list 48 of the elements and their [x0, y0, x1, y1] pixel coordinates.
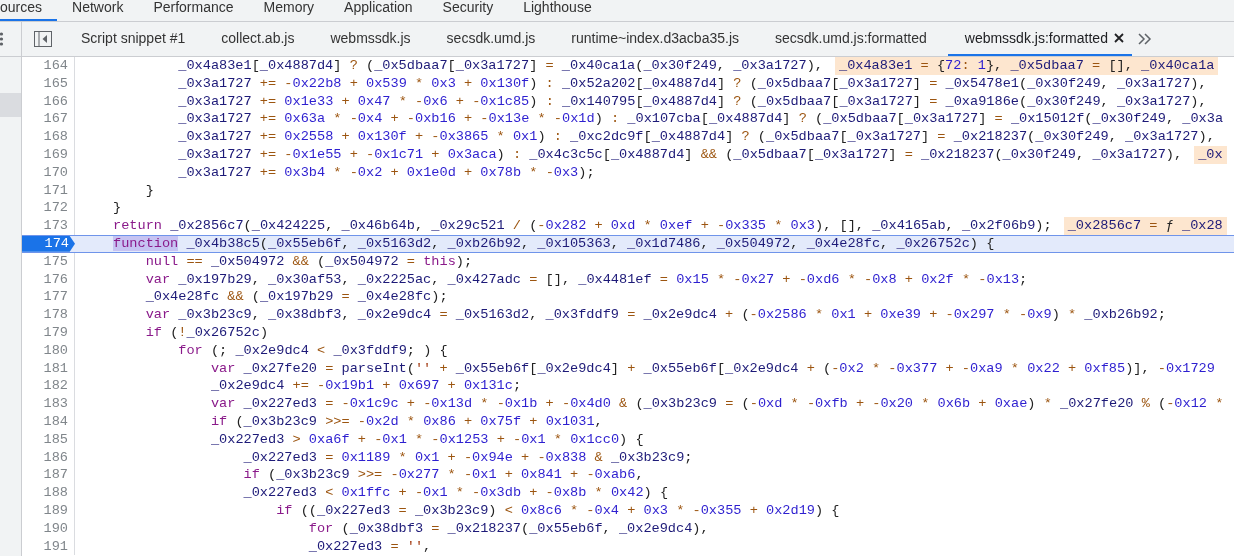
code-line: for (; _0x2e9dc4 < _0x3fddf9; ) {: [177, 341, 448, 360]
code-line: }: [144, 181, 154, 200]
chevrons-right-icon[interactable]: [1137, 33, 1152, 45]
code-line: if ((_0x227ed3 = _0x3b23c9) < 0x8c6 * -0x4 + 0x3 * -0x355 + 0x2d19) {: [275, 501, 840, 520]
code-line: if (_0x3b23c9 >>= -0x2d * 0x86 + 0x75f + 0x1031,: [209, 412, 603, 431]
code-line: _0x3a1727 += 0x3b4 * -0x2 + 0x1e0d + 0x78b * -0x3);: [177, 163, 595, 182]
file-tab[interactable]: webmssdk.js: [313, 22, 430, 56]
code-line: _0x3a1727 += 0x2558 + 0x130f + -0x3865 * 0x1) : _0xc2dc9f[_0x4887d4] ? (_0x5dbaa7[_0x3a1727] = _0x218237(_0x30f249, _0x3a1727),: [177, 128, 1215, 146]
file-tab[interactable]: secsdk.umd.js: [429, 22, 555, 56]
code-line: _0x2e9dc4 += -0x19b1 + 0x697 + 0x131c;: [209, 377, 522, 396]
file-tab[interactable]: Script snippet #1: [64, 22, 205, 56]
code-line: _0x3a1727 += -0x22b8 + 0x539 * 0x3 + 0x130f) : _0x52a202[_0x4887d4] ? (_0x5dbaa7[_0x3a1727] = _0x5478e1(_0x30f249, _0x3a1727),: [177, 74, 1207, 93]
code-line: _0x227ed3 = '',: [307, 537, 432, 556]
file-tab[interactable]: collect.ab.js: [204, 22, 314, 56]
panel-tab[interactable]: Application: [329, 0, 428, 21]
close-icon[interactable]: [1113, 33, 1124, 43]
panel-tab[interactable]: Network: [57, 0, 139, 21]
panel-tab[interactable]: Lighthouse: [508, 0, 607, 21]
code-line: if (_0x3b23c9 >>= -0x277 * -0x1 + 0x841 + -0xab6,: [242, 466, 644, 485]
code-line: if (!_0x26752c): [144, 323, 269, 342]
code-line: _0x227ed3 > 0xa6f + -0x1 * -0x1253 + -0x1 * 0x1cc0) {: [209, 430, 644, 449]
code-line: var _0x27fe20 = parseInt('' + _0x55eb6f[_0x2e9dc4] + _0x55eb6f[_0x2e9dc4 + (-0x2 * -0x377 + -0xa9 * 0x22 + 0xf85)], -0x1729: [209, 359, 1215, 378]
code-line: return _0x2856c7(_0x424225, _0x46b64b, _0x29c521 / (-0x282 + 0xd * 0xef + -0x335 * 0x3), [], _0x4165ab, _0x2f06b9);: [112, 217, 1052, 235]
panel-tab[interactable]: Security: [427, 0, 509, 21]
inline-value: _0x4a83e1 = {72: 1}, _0x5dbaa7 = [], _0x40ca1a: [834, 57, 1219, 75]
code-line: _0x227ed3 < 0x1ffc + -0x1 * -0x3db + -0x8b * 0x42) {: [242, 484, 669, 502]
file-tab[interactable]: secsdk.umd.js:formatted: [758, 22, 946, 56]
code-line: var _0x227ed3 = -0x1c9c + -0x13d * -0x1b + -0x4d0 & (_0x3b23c9 = (-0xd * -0xfb + -0x20 * 0x6b + 0xae) * _0x27fe20 % (-0x12 *: [209, 395, 1224, 413]
panel-tab[interactable]: Performance: [138, 0, 249, 21]
inline-value: _0x2856c7 = ƒ _0x28: [1063, 217, 1227, 235]
code-line: _0x4a83e1[_0x4887d4] ? (_0x5dbaa7[_0x3a1727] = _0x40ca1a(_0x30f249, _0x3a1727),: [177, 57, 823, 75]
code-line: _0x227ed3 = 0x1189 * 0x1 + -0x94e + -0x838 & _0x3b23c9;: [242, 448, 693, 467]
code-line: }: [112, 199, 122, 218]
panel-tab[interactable]: Memory: [248, 0, 330, 21]
line-number[interactable]: 174: [22, 235, 75, 252]
more-options-icon[interactable]: [0, 31, 5, 47]
sidebar-toggle-icon[interactable]: [34, 31, 52, 47]
code-line: var _0x197b29, _0x30af53, _0x2225ac, _0x427adc = [], _0x4481ef = 0x15 * -0x27 + -0xd6 * -0x8 + 0x2f * -0x13;: [144, 270, 1028, 289]
code-line: for (_0x38dbf3 = _0x218237(_0x55eb6f, _0x2e9dc4),: [307, 519, 709, 538]
code-line: _0x3a1727 += 0x63a * -0x4 + -0xb16 + -0x13e * -0x1d) : _0x107cba[_0x4887d4] ? (_0x5dbaa7[_0x3a1727] = _0x15012f(_0x30f249, _0x3a: [177, 110, 1224, 129]
inline-value: _0x: [1194, 146, 1227, 164]
code-line: _0x4e28fc && (_0x197b29 = _0x4e28fc);: [144, 288, 448, 307]
file-tab[interactable]: runtime~index.d3acba35.js: [554, 22, 759, 56]
code-line: _0x3a1727 += -0x1e55 + -0x1c71 + 0x3aca) : _0x4c3c5c[_0x4887d4] && (_0x5dbaa7[_0x3a1727] = _0x218237(_0x30f249, _0x3a1727),: [177, 146, 1183, 164]
code-line: null == _0x504972 && (_0x504972 = this);: [144, 252, 473, 271]
code-line: _0x3a1727 += 0x1e33 + 0x47 * -0x6 + -0x1c85) : _0x140795[_0x4887d4] ? (_0x5dbaa7[_0x3a1727] = _0xa9186e(_0x30f249, _0x3a1727),: [177, 92, 1207, 111]
code-line: function _0x4b38c5(_0x55eb6f, _0x5163d2, _0xb26b92, _0x105363, _0x1d7486, _0x504972, _0x4e28fc, _0x26752c) {: [112, 235, 995, 252]
code-line: var _0x3b23c9, _0x38dbf3, _0x2e9dc4 = _0x5163d2, _0x3fddf9 = _0x2e9dc4 + (-0x2586 * 0x1 + 0xe39 + -0x297 * -0x9) * _0xb26b92;: [144, 306, 1166, 324]
